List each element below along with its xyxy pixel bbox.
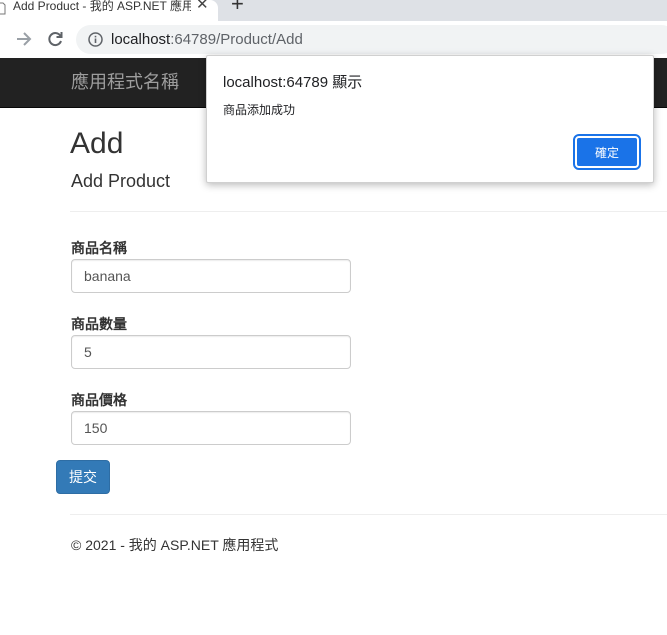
- url-text[interactable]: localhost:64789/Product/Add: [111, 30, 303, 49]
- url-path: :64789/Product/Add: [170, 31, 303, 48]
- forward-arrow-icon[interactable]: [14, 29, 34, 49]
- page-title: Add: [70, 127, 124, 160]
- product-price-input[interactable]: [71, 411, 351, 445]
- page-favicon-icon: [0, 2, 6, 15]
- footer-divider: [70, 514, 667, 515]
- tab-close-icon[interactable]: ✕: [196, 0, 209, 14]
- browser-tab-strip: Add Product - 我的 ASP.NET 應用程式 ✕ +: [0, 0, 667, 21]
- alert-ok-button[interactable]: 確定: [573, 134, 641, 170]
- tab-title: Add Product - 我的 ASP.NET 應用程式: [13, 0, 191, 12]
- address-bar[interactable]: localhost:64789/Product/Add: [76, 25, 667, 54]
- product-name-input[interactable]: [71, 259, 351, 293]
- url-host: localhost: [111, 31, 171, 48]
- new-tab-icon[interactable]: +: [231, 0, 244, 15]
- alert-dialog-title: localhost:64789 顯示: [223, 74, 363, 91]
- page-subtitle: Add Product: [71, 171, 171, 191]
- product-quantity-label: 商品數量: [71, 316, 127, 332]
- reload-icon[interactable]: [45, 29, 65, 49]
- browser-toolbar: localhost:64789/Product/Add: [0, 21, 667, 58]
- alert-dialog: localhost:64789 顯示 商品添加成功 確定: [206, 55, 654, 183]
- info-icon[interactable]: [88, 32, 103, 47]
- navbar-brand[interactable]: 應用程式名稱: [71, 71, 179, 93]
- footer-text: © 2021 - 我的 ASP.NET 應用程式: [71, 537, 279, 553]
- product-quantity-input[interactable]: [71, 335, 351, 369]
- submit-button[interactable]: 提交: [56, 460, 110, 494]
- product-price-label: 商品價格: [71, 392, 127, 408]
- product-name-label: 商品名稱: [71, 240, 127, 256]
- alert-dialog-message: 商品添加成功: [223, 103, 296, 117]
- divider: [70, 211, 667, 212]
- browser-tab[interactable]: Add Product - 我的 ASP.NET 應用程式 ✕: [0, 0, 218, 21]
